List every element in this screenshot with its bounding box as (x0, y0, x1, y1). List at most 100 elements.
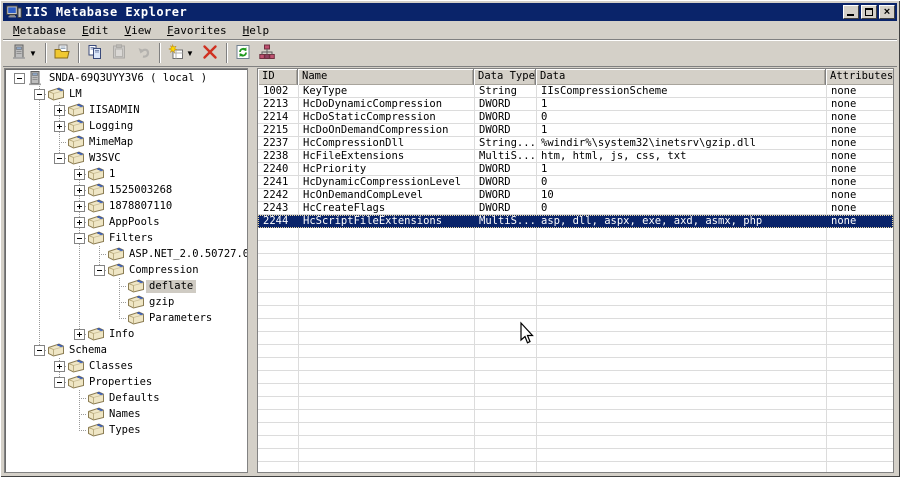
maximize-button[interactable] (861, 5, 877, 19)
delete-button[interactable] (198, 42, 222, 64)
tree-item-classes[interactable]: Classes (5, 358, 247, 374)
table-row-2240[interactable]: 2240 HcPriority DWORD 1 none (258, 163, 893, 176)
tree-item-mimemap[interactable]: MimeMap (5, 134, 247, 150)
splitter[interactable] (248, 68, 257, 473)
cell-attributes: none (831, 189, 857, 201)
table-row-2241[interactable]: 2241 HcDynamicCompressionLevel DWORD 0 none (258, 176, 893, 189)
tree-item-label: 1525003268 (109, 184, 173, 196)
table-row-2237[interactable]: 2237 HcCompressionDll String... %windir%\sy… (258, 137, 893, 150)
tree-view-button[interactable] (255, 42, 279, 64)
menu-view[interactable]: View (116, 23, 159, 38)
column-header-data-type[interactable]: Data Type (474, 69, 536, 85)
tree-item-iisadmin[interactable]: IISADMIN (5, 102, 247, 118)
tree-item-names[interactable]: Names (5, 406, 247, 422)
column-header-id[interactable]: ID (258, 69, 298, 85)
column-header-name[interactable]: Name (298, 69, 474, 85)
expander-minus-icon[interactable] (74, 233, 85, 244)
tree-item-label: Compression (129, 264, 199, 276)
tree-item-properties[interactable]: Properties (5, 374, 247, 390)
cell-name: KeyType (303, 85, 348, 97)
values-list: ID Name Data Type Data Attributes 1002 KeyTyp… (257, 68, 894, 473)
tree-item-label: Classes (89, 360, 134, 372)
cell-id: 2240 (263, 163, 289, 175)
expander-plus-icon[interactable] (54, 105, 65, 116)
expander-plus-icon[interactable] (74, 201, 85, 212)
expander-plus-icon[interactable] (74, 217, 85, 228)
tree-item-1[interactable]: 1 (5, 166, 247, 182)
tree-item-gzip[interactable]: gzip (5, 294, 247, 310)
column-header-data[interactable]: Data (536, 69, 826, 85)
cell-id: 2215 (263, 124, 289, 136)
toolbar-separator (226, 43, 227, 63)
tree-item-compression[interactable]: Compression (5, 262, 247, 278)
tree-item-parameters[interactable]: Parameters (5, 310, 247, 326)
tree-connector (119, 302, 127, 303)
tree-view-icon (259, 44, 275, 63)
open-folder-button[interactable] (50, 42, 74, 64)
menu-edit[interactable]: Edit (74, 23, 117, 38)
tree-item-w3svc[interactable]: W3SVC (5, 150, 247, 166)
menu-help[interactable]: Help (235, 23, 278, 38)
expander-plus-icon[interactable] (54, 361, 65, 372)
refresh-button[interactable] (231, 42, 255, 64)
tree-item-types[interactable]: Types (5, 422, 247, 438)
minimize-icon (847, 14, 854, 16)
expander-plus-icon[interactable] (74, 329, 85, 340)
tree-item-label: Schema (69, 344, 107, 356)
tree-item-apppools[interactable]: AppPools (5, 214, 247, 230)
close-button[interactable]: × (879, 5, 895, 19)
tree-item-snda-69q3uyy3v6-local[interactable]: SNDA-69Q3UYY3V6 ( local ) (5, 70, 247, 86)
tree-connector (119, 310, 120, 318)
cell-data: 10 (541, 189, 554, 201)
tree-item-asp-net-2-0-50727-0[interactable]: ASP.NET_2.0.50727.0 (5, 246, 247, 262)
tree-item-info[interactable]: Info (5, 326, 247, 342)
tree-item-lm[interactable]: LM (5, 86, 247, 102)
tree-connector (39, 278, 40, 294)
tree-item-defaults[interactable]: Defaults (5, 390, 247, 406)
table-row-2243[interactable]: 2243 HcCreateFlags DWORD 0 none (258, 202, 893, 215)
tree-connector (79, 398, 87, 399)
paste-button[interactable] (107, 42, 131, 64)
expander-minus-icon[interactable] (34, 345, 45, 356)
expander-minus-icon[interactable] (54, 377, 65, 388)
tree-item-schema[interactable]: Schema (5, 342, 247, 358)
table-row-2214[interactable]: 2214 HcDoStaticCompression DWORD 0 none (258, 111, 893, 124)
menu-metabase[interactable]: Metabase (5, 23, 74, 38)
expander-plus-icon[interactable] (74, 169, 85, 180)
column-header-attributes[interactable]: Attributes (826, 69, 893, 85)
table-row-2213[interactable]: 2213 HcDoDynamicCompression DWORD 1 none (258, 98, 893, 111)
expander-plus-icon[interactable] (74, 185, 85, 196)
tree-item-label: MimeMap (89, 136, 134, 148)
table-row-1002[interactable]: 1002 KeyType String IIsCompressionScheme non… (258, 85, 893, 98)
undo-button[interactable] (131, 42, 155, 64)
cell-attributes: none (831, 98, 857, 110)
cell-name: HcCompressionDll (303, 137, 405, 149)
cell-name: HcDynamicCompressionLevel (303, 176, 462, 188)
tree-item-1878807110[interactable]: 1878807110 (5, 198, 247, 214)
tree-item-filters[interactable]: Filters (5, 230, 247, 246)
table-row-2238[interactable]: 2238 HcFileExtensions MultiS... htm, html, … (258, 150, 893, 163)
cell-data_type: String... (479, 137, 536, 149)
menubar: Metabase Edit View Favorites Help (3, 21, 897, 39)
connect-computer-button[interactable]: ▼ (7, 42, 41, 64)
open-folder-icon (54, 44, 70, 63)
expander-minus-icon[interactable] (94, 265, 105, 276)
copy-button[interactable] (83, 42, 107, 64)
tree-item-deflate[interactable]: deflate (5, 278, 247, 294)
menu-favorites[interactable]: Favorites (159, 23, 235, 38)
tree-item-logging[interactable]: Logging (5, 118, 247, 134)
table-row-2215[interactable]: 2215 HcDoOnDemandCompression DWORD 1 none (258, 124, 893, 137)
expander-minus-icon[interactable] (34, 89, 45, 100)
new-key-button[interactable]: ▼ (164, 42, 198, 64)
expander-minus-icon[interactable] (14, 73, 25, 84)
table-row-2244[interactable]: 2244 HcScriptFileExtensions MultiS... asp, … (258, 215, 893, 228)
toolbar: ▼ ▼ (3, 39, 897, 66)
expander-plus-icon[interactable] (54, 121, 65, 132)
cell-data_type: DWORD (479, 163, 511, 175)
tree-item-1525003268[interactable]: 1525003268 (5, 182, 247, 198)
table-row-2242[interactable]: 2242 HcOnDemandCompLevel DWORD 10 none (258, 189, 893, 202)
expander-minus-icon[interactable] (54, 153, 65, 164)
cell-data_type: String (479, 85, 517, 97)
minimize-button[interactable] (843, 5, 859, 19)
titlebar[interactable]: IIS Metabase Explorer × (3, 3, 897, 21)
